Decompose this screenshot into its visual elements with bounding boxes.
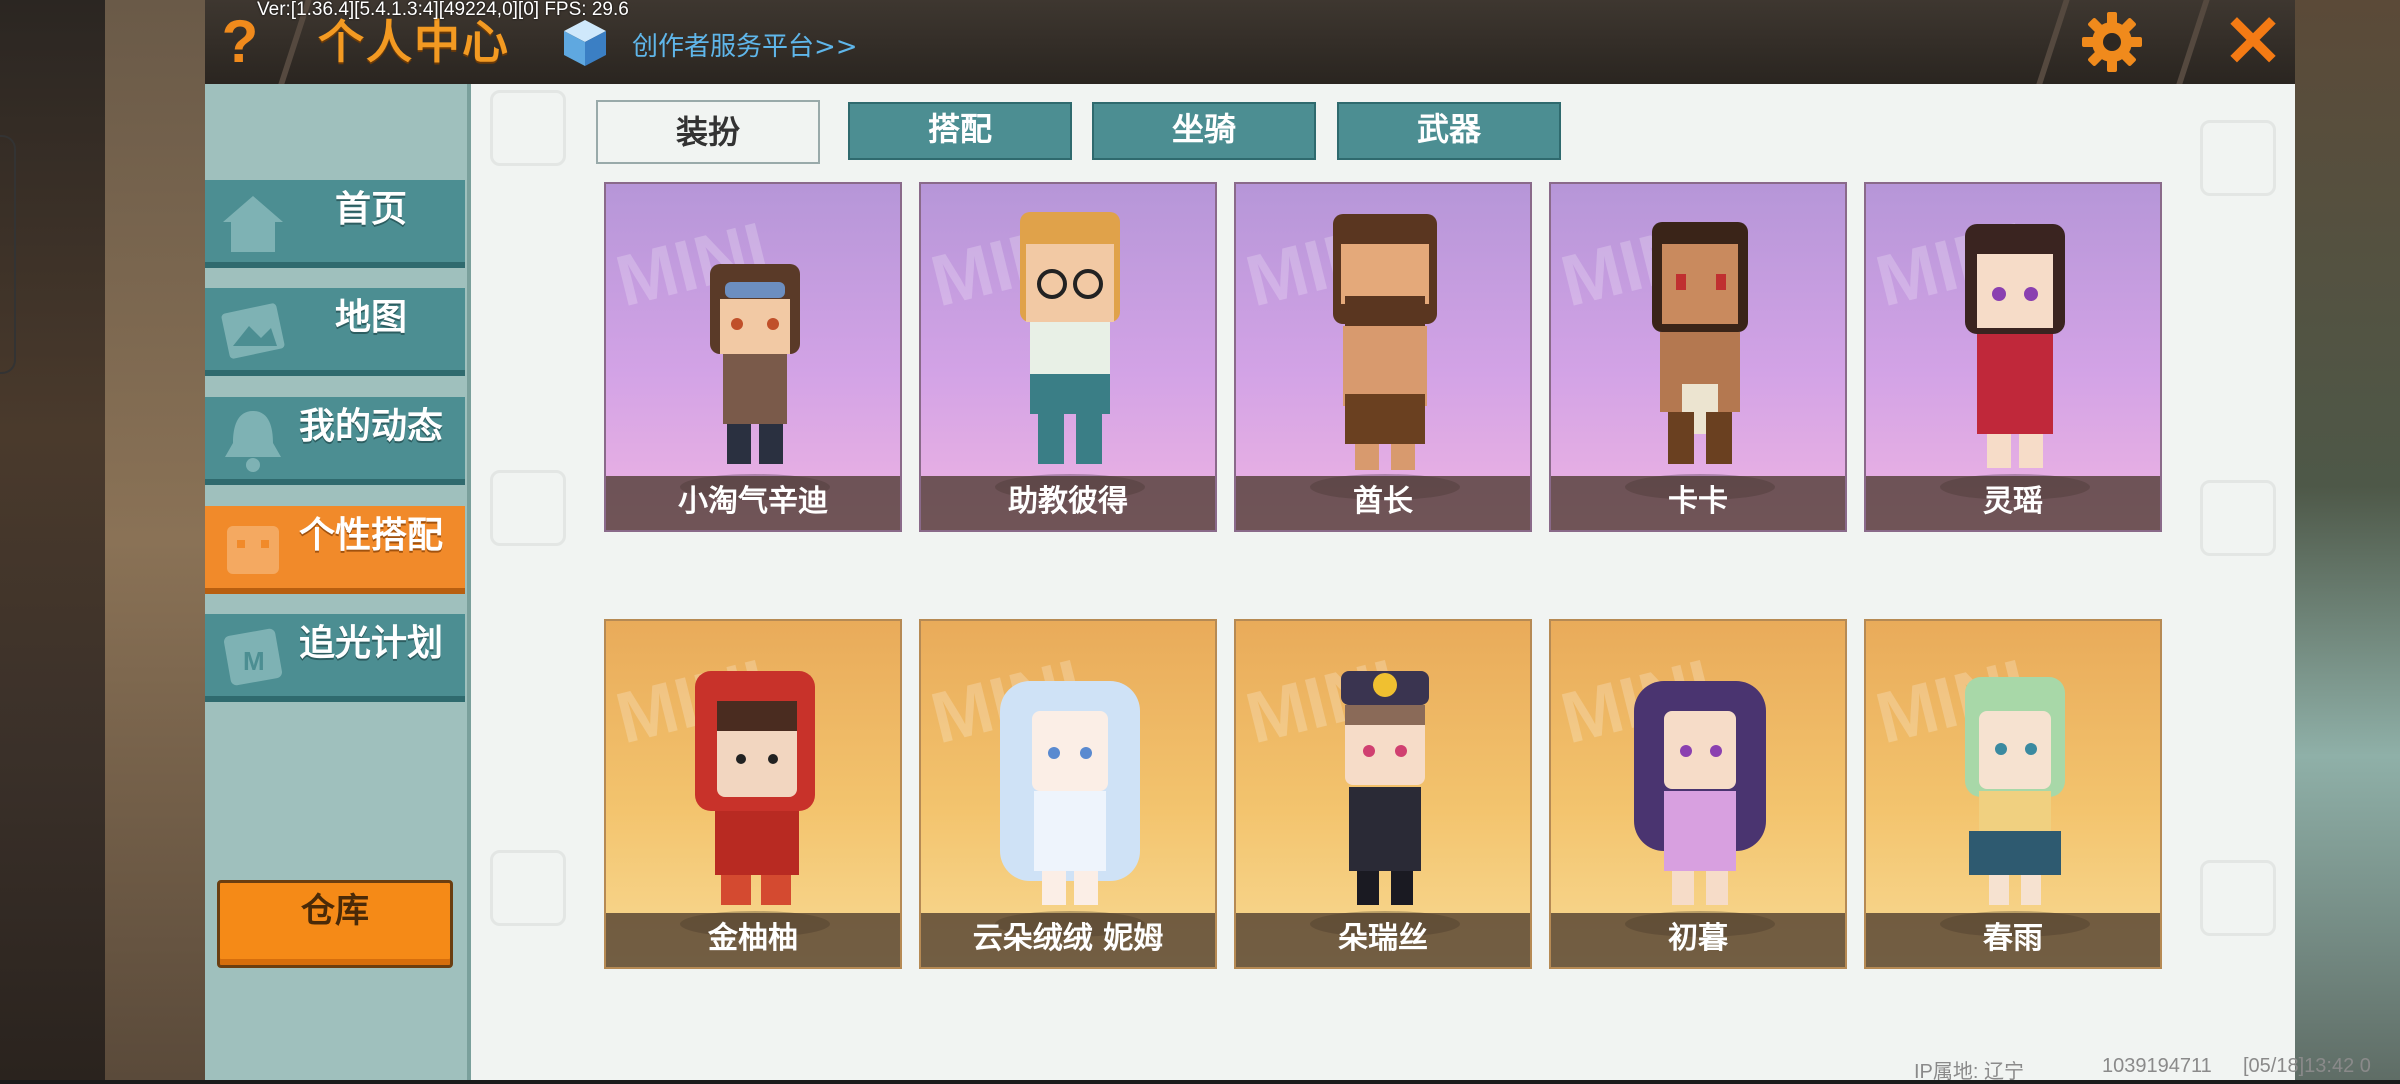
sidebar-item-label: 追光计划 xyxy=(298,623,443,664)
user-id: 1039194711 xyxy=(2102,1055,2212,1077)
skin-card[interactable]: MINI 卡卡 xyxy=(1549,182,1847,532)
tab-mount[interactable]: 坐骑 xyxy=(1092,102,1316,160)
skin-card[interactable]: MINI 小淘气辛迪 xyxy=(604,182,902,532)
skin-name: 灵瑶 xyxy=(1866,476,2160,530)
close-icon[interactable]: ✕ xyxy=(2218,4,2288,80)
skin-name: 酋长 xyxy=(1236,476,1530,530)
skin-name: 春雨 xyxy=(1866,913,2160,967)
character-figure xyxy=(1652,222,1748,464)
skin-card[interactable]: MINI 初暮 xyxy=(1549,619,1847,969)
skin-card[interactable]: MINI 云朵绒绒 妮姆 xyxy=(919,619,1217,969)
svg-text:M: M xyxy=(243,646,265,676)
sidebar-item-label: 我的动态 xyxy=(298,406,443,447)
creator-platform-link[interactable]: 创作者服务平台>> xyxy=(632,26,858,63)
skin-card[interactable]: MINI 助教彼得 xyxy=(919,182,1217,532)
character-figure xyxy=(710,264,800,464)
character-figure xyxy=(1333,214,1437,470)
skin-name: 初暮 xyxy=(1551,913,1845,967)
character-figure xyxy=(1020,212,1120,464)
background-scenery-right xyxy=(2295,0,2400,1080)
skin-name: 朵瑞丝 xyxy=(1236,913,1530,967)
sidebar-item-home[interactable]: 首页 xyxy=(205,180,465,268)
skin-name: 小淘气辛迪 xyxy=(606,476,900,530)
tab-weapon[interactable]: 武器 xyxy=(1337,102,1561,160)
character-figure xyxy=(1000,681,1140,905)
skin-name: 助教彼得 xyxy=(921,476,1215,530)
sidebar-item-label: 个性搭配 xyxy=(298,515,443,556)
sidebar-item-light-plan[interactable]: M 追光计划 xyxy=(205,614,465,702)
tab-outfit-combo[interactable]: 搭配 xyxy=(848,102,1072,160)
character-figure xyxy=(1965,677,2065,905)
skin-card[interactable]: MINI 酋长 xyxy=(1234,182,1532,532)
skin-card[interactable]: MINI 春雨 xyxy=(1864,619,2162,969)
character-figure xyxy=(1341,671,1429,905)
skin-card[interactable]: MINI 金柚柚 xyxy=(604,619,902,969)
skin-name: 卡卡 xyxy=(1551,476,1845,530)
cube-icon[interactable] xyxy=(562,18,608,68)
sidebar-item-label: 地图 xyxy=(334,297,407,338)
gear-icon[interactable] xyxy=(2080,10,2144,74)
warehouse-button-label: 仓库 xyxy=(301,891,369,931)
sidebar-item-outfit[interactable]: 个性搭配 xyxy=(205,506,465,594)
skin-card[interactable]: MINI 灵瑶 xyxy=(1864,182,2162,532)
background-scenery-left xyxy=(0,0,205,1080)
skin-card[interactable]: MINI 朵瑞丝 xyxy=(1234,619,1532,969)
timestamp: [05/18]13:42 0 xyxy=(2243,1055,2371,1077)
sidebar-item-map[interactable]: 地图 xyxy=(205,288,465,376)
sidebar-item-label: 首页 xyxy=(334,189,407,230)
version-info: Ver:[1.36.4][5.4.1.3:4][49224,0][0] FPS:… xyxy=(257,0,629,20)
warehouse-button[interactable]: 仓库 xyxy=(217,880,453,968)
character-figure xyxy=(1634,681,1766,905)
skin-name: 金柚柚 xyxy=(606,913,900,967)
tab-costume[interactable]: 装扮 xyxy=(596,100,820,164)
sidebar-item-my-activity[interactable]: 我的动态 xyxy=(205,397,465,485)
skin-name: 云朵绒绒 妮姆 xyxy=(921,913,1215,967)
character-figure xyxy=(695,671,815,905)
character-figure xyxy=(1965,224,2065,468)
screen-notch xyxy=(0,135,16,374)
